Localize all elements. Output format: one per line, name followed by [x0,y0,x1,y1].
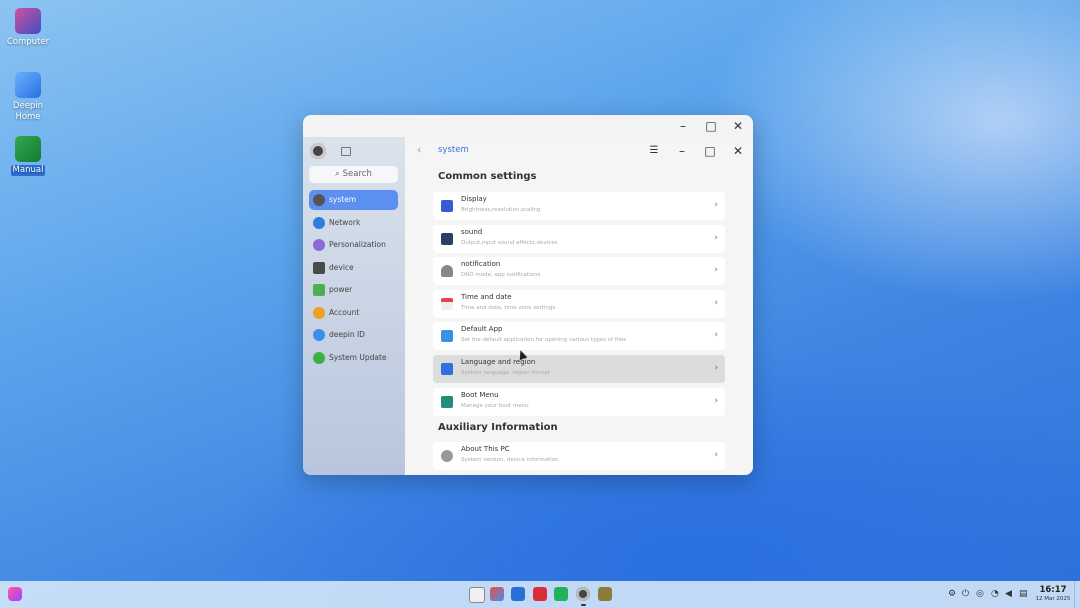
clock-time[interactable]: 16:17 [1036,585,1070,595]
power-icon [313,284,325,296]
settings-logo-icon [310,143,326,159]
sidebar-item-deepin-id[interactable]: deepin ID [309,325,398,345]
chevron-right-icon: › [714,298,718,308]
chevron-right-icon: › [714,396,718,406]
menu-button[interactable]: ☰ [645,142,663,160]
maximize-button[interactable]: □ [701,142,719,160]
chevron-right-icon: › [714,200,718,210]
settings-card-sound[interactable]: sound Output,input sound effects,devices… [433,225,725,253]
section-heading: Auxiliary Information [438,422,558,433]
control-center-icon[interactable] [576,587,590,601]
chevron-right-icon: › [714,330,718,340]
sidebar-item-network[interactable]: Network [309,213,398,233]
volume-icon[interactable]: ◀ [1005,589,1012,599]
section-heading: Common settings [438,171,537,182]
window-titlebar: – □ ✕ [303,115,753,137]
manual-icon [15,136,41,162]
network-icon [313,217,325,229]
app-store-icon[interactable] [490,587,504,601]
settings-card-notification[interactable]: notification DND mode, app notifications… [433,257,725,285]
sidebar-item-personalization[interactable]: Personalization [309,235,398,255]
desktop-icon-deepin-home[interactable]: Deepin Home [0,72,56,123]
sidebar-item-system-update[interactable]: System Update [309,348,398,368]
chevron-right-icon: › [714,265,718,275]
system-icon [313,194,325,206]
cloud-icon [313,329,325,341]
desktop-icon-manual[interactable]: Manual [0,136,56,176]
settings-app-icon[interactable] [598,587,612,601]
power-tray-icon[interactable]: ⏻ [962,589,969,599]
desktop-icon-label: Manual [10,165,46,176]
desktop-icon-label: Computer [6,37,50,47]
settings-card-display[interactable]: Display Brightness,resolution,scaling › [433,192,725,220]
deepin-home-icon [15,72,41,98]
calendar-icon [441,298,453,310]
clipboard-tray-icon[interactable]: ◎ [976,589,984,599]
bell-icon [441,265,453,277]
computer-icon [15,8,41,34]
display-icon [441,200,453,212]
show-desktop-button[interactable] [1074,581,1080,608]
music-icon[interactable] [554,587,568,601]
search-icon: ⌕ [335,169,343,179]
sidebar-item-system[interactable]: system [309,190,398,210]
wifi-icon[interactable]: ◔ [991,589,999,599]
tray-app-icon[interactable]: ⚙ [948,589,956,599]
settings-card-boot-menu[interactable]: Boot Menu Manage your boot menu › [433,388,725,416]
back-arrow-icon[interactable]: ‹ [417,143,421,156]
device-icon [313,262,325,274]
update-icon [313,352,325,364]
account-icon [313,307,325,319]
taskbar: ⚙ ⏻ ◎ ◔ ◀ ▤ 16:17 12 Mar 2025 [0,581,1080,608]
personalization-icon [313,239,325,251]
launcher-icon[interactable] [8,587,22,601]
sound-icon [441,233,453,245]
language-icon [441,363,453,375]
default-app-icon [441,330,453,342]
minimize-button[interactable]: – [673,142,691,160]
desktop-icon-label: Deepin Home [12,101,44,122]
desktop-icon-computer[interactable]: Computer [0,8,56,48]
search-input[interactable]: ⌕ Search [309,166,398,183]
boot-icon [441,396,453,408]
chevron-right-icon: › [714,450,718,460]
sidebar-item-power[interactable]: power [309,280,398,300]
terminal-icon[interactable] [533,587,547,601]
multitask-icon[interactable] [469,587,485,603]
minimize-button[interactable]: – [674,117,692,135]
settings-window: – □ ✕ ⌕ Search system Network Personaliz… [303,115,753,475]
chevron-right-icon: › [714,363,718,373]
chevron-right-icon: › [714,233,718,243]
settings-card-language-and-region[interactable]: Language and region System language, reg… [433,355,725,383]
file-manager-icon[interactable] [511,587,525,601]
sidebar-item-account[interactable]: Account [309,303,398,323]
settings-card-about-this-pc[interactable]: About This PC System version, device inf… [433,442,725,470]
clock-date[interactable]: 12 Mar 2025 [1032,596,1074,602]
notification-tray-icon[interactable]: ▤ [1019,589,1028,599]
main-content: ‹ system ☰ – □ ✕ Common settings Display… [405,137,753,475]
sidebar: ⌕ Search system Network Personalization … [303,137,405,475]
sidebar-item-device[interactable]: device [309,258,398,278]
sidebar-toggle-icon[interactable] [341,147,351,156]
page-title: system [438,145,469,155]
close-button[interactable]: ✕ [729,117,747,135]
maximize-button[interactable]: □ [702,117,720,135]
settings-card-time-and-date[interactable]: Time and date Time and date, time zone s… [433,290,725,318]
settings-card-default-app[interactable]: Default App Set the default application … [433,322,725,350]
close-button[interactable]: ✕ [729,142,747,160]
active-app-indicator [581,604,586,606]
info-icon [441,450,453,462]
